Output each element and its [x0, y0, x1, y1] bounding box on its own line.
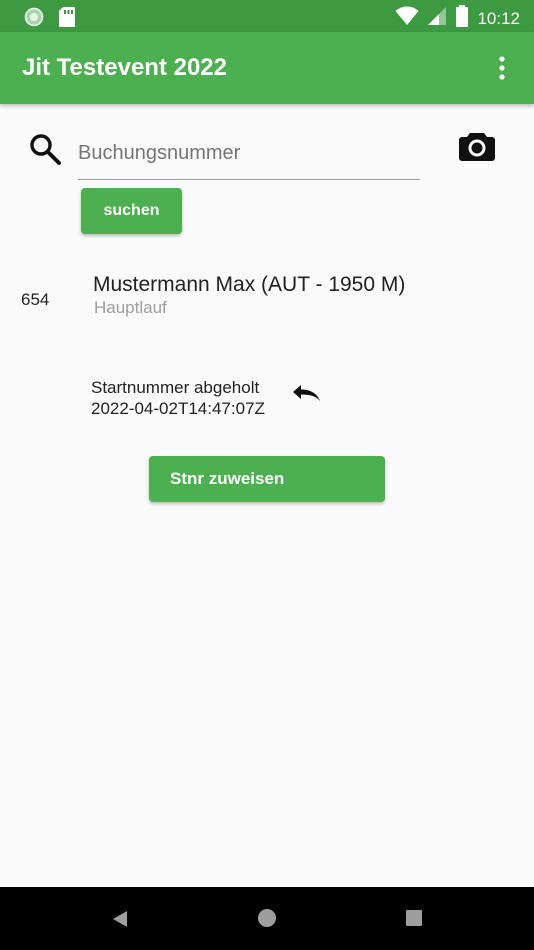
recents-icon[interactable] [405, 909, 423, 932]
app-notification-icon [24, 7, 44, 32]
status-bar: 10:12 [0, 0, 534, 32]
app-title: Jit Testevent 2022 [22, 54, 227, 81]
search-icon[interactable] [28, 132, 62, 166]
more-vert-icon[interactable] [490, 54, 514, 82]
camera-icon[interactable] [457, 128, 497, 168]
undo-icon[interactable] [290, 384, 322, 408]
battery-icon [455, 5, 469, 32]
pickup-status-timestamp: 2022-04-02T14:47:07Z [91, 399, 265, 418]
signal-icon [427, 6, 447, 31]
wifi-icon [395, 6, 419, 31]
result-name: Mustermann Max (AUT - 1950 M) [93, 273, 406, 296]
app-bar: Jit Testevent 2022 [0, 32, 534, 104]
pickup-status: Startnummer abgeholt 2022-04-02T14:47:07… [91, 377, 265, 419]
assign-start-number-button[interactable]: Stnr zuweisen [149, 456, 385, 502]
result-number: 654 [21, 290, 50, 309]
back-icon[interactable] [111, 909, 129, 934]
sd-card-icon [58, 6, 76, 33]
search-button[interactable]: suchen [81, 188, 182, 234]
result-subtitle: Hauptlauf [94, 298, 167, 317]
booking-number-input[interactable] [78, 128, 420, 180]
home-icon[interactable] [257, 908, 277, 933]
status-time: 10:12 [477, 8, 520, 28]
pickup-status-label: Startnummer abgeholt [91, 378, 260, 397]
